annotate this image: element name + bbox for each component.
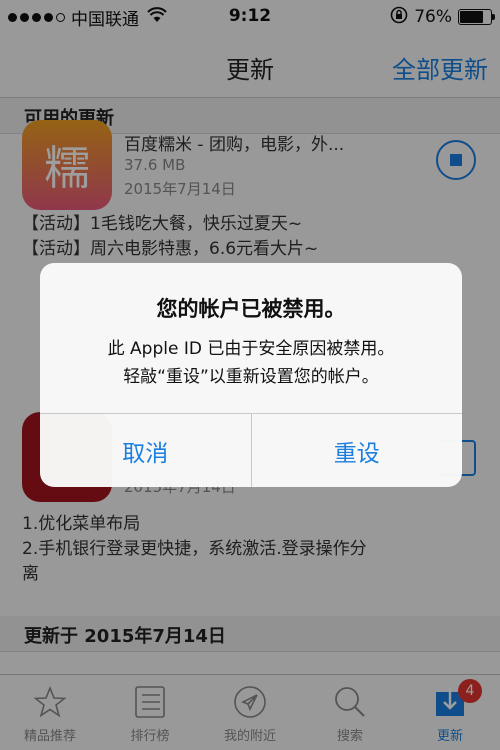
app-store-updates-screen: 中国联通 9:12 76% 更新 全部更新 可用的更新 糯 百度糯米 - 团购，… bbox=[0, 0, 500, 750]
cancel-button[interactable]: 取消 bbox=[40, 414, 251, 487]
account-disabled-alert: 您的帐户已被禁用。 此 Apple ID 已由于安全原因被禁用。 轻敲“重设”以… bbox=[40, 263, 462, 487]
alert-message-line: 轻敲“重设”以重新设置您的帐户。 bbox=[123, 367, 379, 387]
reset-button[interactable]: 重设 bbox=[250, 414, 463, 487]
alert-message-line: 此 Apple ID 已由于安全原因被禁用。 bbox=[107, 339, 395, 359]
alert-message: 此 Apple ID 已由于安全原因被禁用。 轻敲“重设”以重新设置您的帐户。 bbox=[40, 335, 462, 391]
alert-title: 您的帐户已被禁用。 bbox=[156, 297, 346, 321]
alert-button-row: 取消 重设 bbox=[40, 413, 462, 487]
